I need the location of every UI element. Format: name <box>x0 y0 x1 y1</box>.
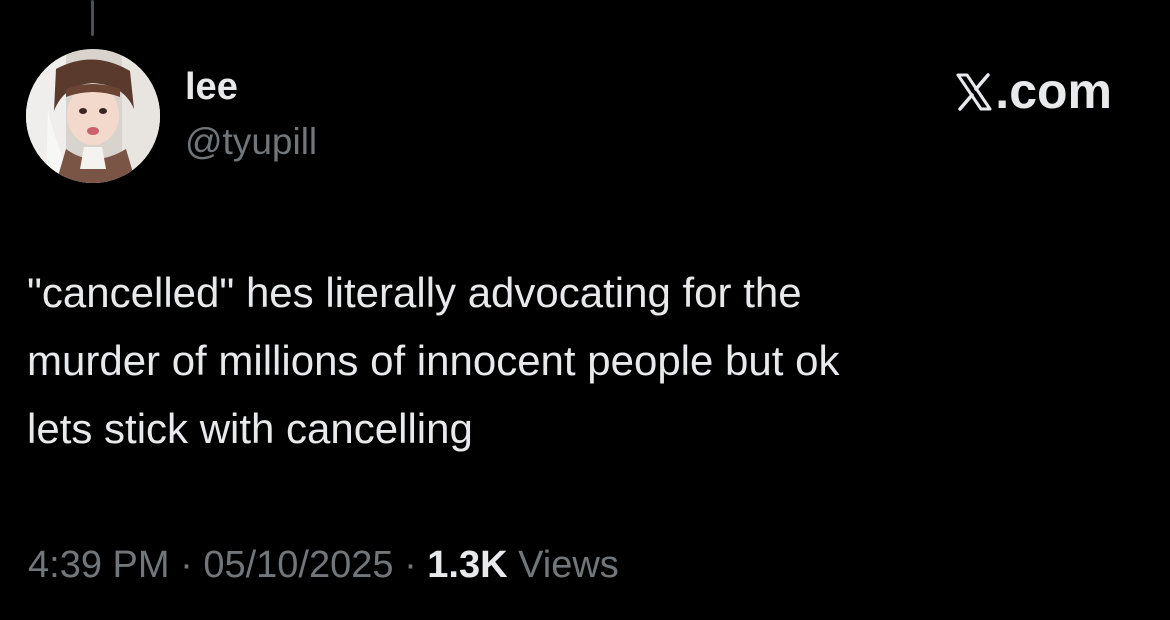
author-display-name[interactable]: lee <box>185 66 238 109</box>
author-handle[interactable]: @tyupill <box>185 121 317 163</box>
tweet-text: "cancelled" hes literally advocating for… <box>27 259 1137 463</box>
avatar[interactable] <box>26 49 160 183</box>
tweet-text-line: "cancelled" hes literally advocating for… <box>27 269 802 316</box>
tweet-metadata: 4:39 PM · 05/10/2025 · 1.3K Views <box>28 543 619 589</box>
source-watermark: .com <box>956 64 1112 119</box>
tweet-time[interactable]: 4:39 PM <box>28 544 170 586</box>
separator-dot: · <box>404 544 417 586</box>
separator-dot: · <box>180 544 193 586</box>
views-label: Views <box>518 544 619 586</box>
x-logo-icon <box>956 72 992 111</box>
source-label: .com <box>995 63 1112 119</box>
views-count: 1.3K <box>427 544 508 586</box>
tweet-date[interactable]: 05/10/2025 <box>203 544 393 586</box>
avatar-photo <box>26 49 160 183</box>
thread-connector-line <box>91 0 94 36</box>
tweet-text-line: lets stick with cancelling <box>27 405 473 452</box>
tweet-text-line: murder of millions of innocent people bu… <box>27 337 840 384</box>
